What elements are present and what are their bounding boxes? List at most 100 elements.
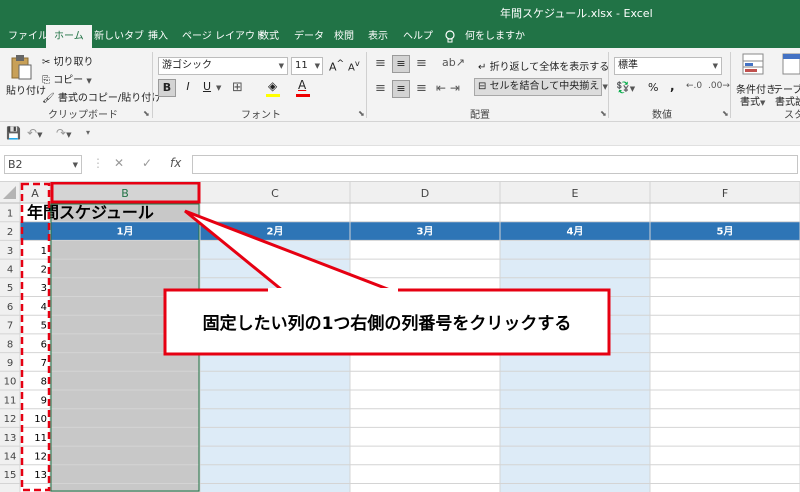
cell-a-value[interactable]: 2 [41, 264, 47, 275]
column-header-A[interactable]: A [31, 187, 39, 200]
cell-a-value[interactable]: 13 [34, 470, 47, 481]
bold-button[interactable]: B [158, 79, 176, 97]
row-header[interactable]: 10 [4, 377, 17, 388]
align-left-icon[interactable]: ≡ [375, 81, 386, 96]
tab-0[interactable]: ファイル [8, 25, 48, 48]
row-header[interactable]: 2 [7, 227, 13, 238]
cut-button[interactable]: 切り取り [54, 57, 94, 68]
column-header-D[interactable]: D [421, 187, 429, 200]
comma-button[interactable]: , [670, 79, 675, 93]
row-header[interactable]: 14 [4, 451, 17, 462]
align-top-icon[interactable]: ≡ [375, 56, 386, 71]
lightbulb-icon [445, 30, 455, 43]
cell-a-value[interactable]: 7 [41, 358, 47, 369]
cell-a-value[interactable]: 6 [41, 339, 47, 350]
font-name-select[interactable]: 游ゴシック ▼ [158, 57, 288, 75]
currency-icon[interactable]: 💱▼ [616, 81, 635, 94]
cell-a-value[interactable]: 11 [34, 433, 47, 444]
ribbon: 貼り付け ✂ 切り取り ⎘ コピー ▼ 🖌 書式のコピー/貼り付け クリップボー… [0, 48, 800, 122]
wrap-text-button[interactable]: 折り返して全体を表示する [490, 62, 610, 73]
row-header[interactable]: 6 [7, 302, 13, 313]
column-header-F[interactable]: F [722, 187, 728, 200]
format-table-icon[interactable] [782, 53, 800, 75]
column-header-E[interactable]: E [572, 187, 579, 200]
row-header[interactable]: 5 [7, 283, 13, 294]
quick-access-toolbar: 💾 ↶▼ ↷▼ ▾ [0, 122, 800, 146]
row-header[interactable]: 7 [7, 321, 13, 332]
orientation-icon[interactable]: ab↗ [442, 56, 465, 69]
row-header[interactable]: 3 [7, 246, 13, 257]
undo-icon[interactable]: ↶▼ [27, 126, 42, 140]
formula-input[interactable] [192, 155, 798, 174]
align-bottom-icon[interactable]: ≡ [416, 56, 427, 71]
decrease-font-icon[interactable]: Av [348, 58, 360, 73]
number-format-select[interactable]: 標準 ▼ [614, 57, 722, 75]
dialog-launcher-icon[interactable]: ⬊ [600, 109, 607, 118]
font-color-icon[interactable]: A [298, 78, 306, 92]
month-header: 2月 [267, 226, 284, 238]
row-header[interactable]: 1 [7, 208, 13, 219]
tab-9[interactable]: ヘルプ [403, 25, 433, 48]
copy-button[interactable]: コピー [53, 75, 83, 86]
cell-a-value[interactable]: 12 [34, 451, 47, 462]
align-middle-icon[interactable]: ≡ [392, 55, 410, 73]
column-header-C[interactable]: C [271, 187, 279, 200]
border-icon[interactable]: ⊞ [232, 80, 243, 95]
tab-8[interactable]: 表示 [368, 25, 388, 48]
tab-5[interactable]: 数式 [259, 25, 279, 48]
dialog-launcher-icon[interactable]: ⬊ [722, 109, 729, 118]
insert-function-icon[interactable]: fx [170, 156, 181, 170]
sheet-title: 年間スケジュール [27, 203, 154, 222]
tab-4[interactable]: ページ レイアウト [182, 25, 265, 48]
decrease-decimal-icon[interactable]: .00→ [708, 81, 730, 91]
cell-a-value[interactable]: 10 [34, 414, 47, 425]
italic-button[interactable]: I [179, 79, 197, 97]
tab-6[interactable]: データ [294, 25, 324, 48]
cell-a-value[interactable]: 5 [41, 321, 47, 332]
tab-2[interactable]: 新しいタブ [94, 25, 144, 48]
tab-7[interactable]: 校閲 [334, 25, 354, 48]
tab-1[interactable]: ホーム [46, 25, 92, 49]
row-header[interactable]: 4 [7, 264, 13, 275]
row-header[interactable]: 15 [4, 470, 17, 481]
number-group-label: 数値 [652, 110, 672, 121]
row-header[interactable]: 9 [7, 358, 13, 369]
fill-color-icon[interactable]: ◈ [268, 79, 277, 93]
column-header-B[interactable]: B [121, 187, 129, 200]
cell-a-value[interactable]: 1 [41, 246, 47, 257]
font-size-select[interactable]: 11 ▼ [291, 57, 323, 75]
align-center-icon[interactable]: ≡ [392, 80, 410, 98]
cell-a-value[interactable]: 8 [41, 377, 47, 388]
name-box[interactable]: B2 ▼ [4, 155, 82, 174]
cell-a-value[interactable]: 4 [41, 302, 47, 313]
cancel-icon[interactable]: ✕ [114, 156, 124, 170]
row-header[interactable]: 12 [4, 414, 17, 425]
customize-qat-icon[interactable]: ▾ [86, 128, 90, 137]
worksheet-grid[interactable]: A B C D E F123456789101112131415年間スケジュール1月 2月 3… [0, 182, 800, 492]
callout-text: 固定したい列の1つ右側の列番号をクリックする [203, 313, 572, 334]
cell-a-value[interactable]: 9 [41, 395, 47, 406]
increase-font-icon[interactable]: A^ [329, 58, 344, 74]
percent-button[interactable]: % [648, 81, 658, 94]
cell-a-value[interactable]: 3 [41, 283, 47, 294]
paste-icon[interactable] [10, 54, 32, 80]
paste-button[interactable]: 貼り付け [6, 82, 46, 97]
row-header[interactable]: 8 [7, 339, 13, 350]
dialog-launcher-icon[interactable]: ⬊ [143, 109, 150, 118]
enter-icon[interactable]: ✓ [142, 156, 152, 170]
window-title: 年間スケジュール.xlsx - Excel [500, 7, 653, 20]
save-icon[interactable]: 💾 [6, 126, 21, 140]
row-header[interactable]: 13 [4, 433, 17, 444]
dialog-launcher-icon[interactable]: ⬊ [358, 109, 365, 118]
indent-icon[interactable]: ⇤ ⇥ [436, 81, 460, 95]
underline-button[interactable]: U [198, 79, 216, 97]
align-right-icon[interactable]: ≡ [416, 81, 427, 96]
format-painter-button[interactable]: 書式のコピー/貼り付け [58, 93, 161, 104]
row-header[interactable]: 11 [4, 395, 17, 406]
conditional-format-icon[interactable] [742, 53, 764, 75]
tab-10[interactable]: 何をしますか [465, 25, 525, 48]
merge-center-button[interactable]: ⊟ セルを結合して中央揃え ▼ [474, 78, 608, 96]
increase-decimal-icon[interactable]: ←.0 [686, 81, 702, 91]
redo-icon[interactable]: ↷▼ [56, 126, 71, 140]
tab-3[interactable]: 挿入 [148, 25, 168, 48]
